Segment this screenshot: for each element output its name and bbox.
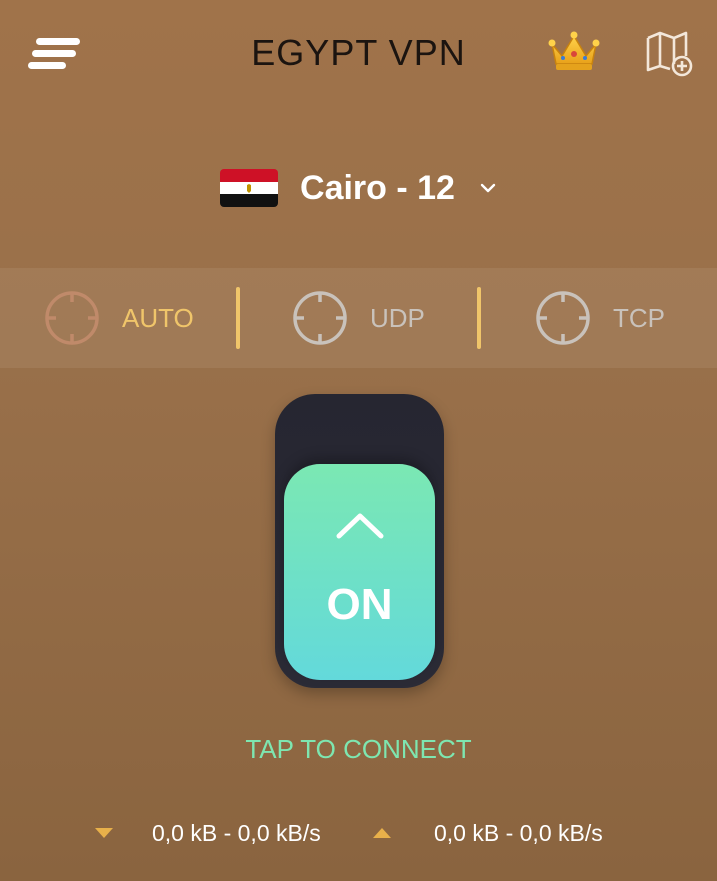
upload-stats: 0,0 kB - 0,0 kB/s [372,818,603,848]
protocol-label-udp: UDP [370,302,425,333]
crosshair-icon [45,291,99,345]
download-arrow-icon [95,828,113,838]
server-selector[interactable]: Cairo - 12 [0,164,717,212]
crosshair-icon [536,291,590,345]
protocol-divider [236,287,240,349]
server-name: Cairo - 12 [300,168,455,207]
chevron-down-icon[interactable] [479,182,497,194]
connection-status-text: TAP TO CONNECT [245,734,472,764]
egypt-flag-icon [220,169,279,207]
toggle-label: ON [326,580,393,629]
upload-value: 0,0 kB - 0,0 kB/s [434,819,603,846]
protocol-option-udp[interactable]: UDP [292,288,425,348]
download-stats: 0,0 kB - 0,0 kB/s [94,818,321,848]
protocol-selector: AUTO UDP TCP [0,268,717,368]
connect-toggle[interactable]: ON [275,394,444,688]
toggle-knob[interactable]: ON [284,464,435,680]
premium-button[interactable] [548,30,600,74]
chevron-up-icon [336,513,384,539]
map-add-button[interactable] [644,30,694,78]
protocol-label-auto: AUTO [122,302,194,333]
protocol-option-auto[interactable]: AUTO [44,288,194,348]
map-add-icon [646,31,693,77]
app-header: EGYPT VPN [0,0,717,110]
upload-arrow-icon [373,828,391,838]
crown-icon [548,31,600,70]
download-value: 0,0 kB - 0,0 kB/s [152,819,321,846]
protocol-label-tcp: TCP [613,302,665,333]
protocol-divider [477,287,481,349]
crosshair-icon [293,291,347,345]
protocol-option-tcp[interactable]: TCP [535,288,665,348]
app-title: EGYPT VPN [251,32,466,73]
